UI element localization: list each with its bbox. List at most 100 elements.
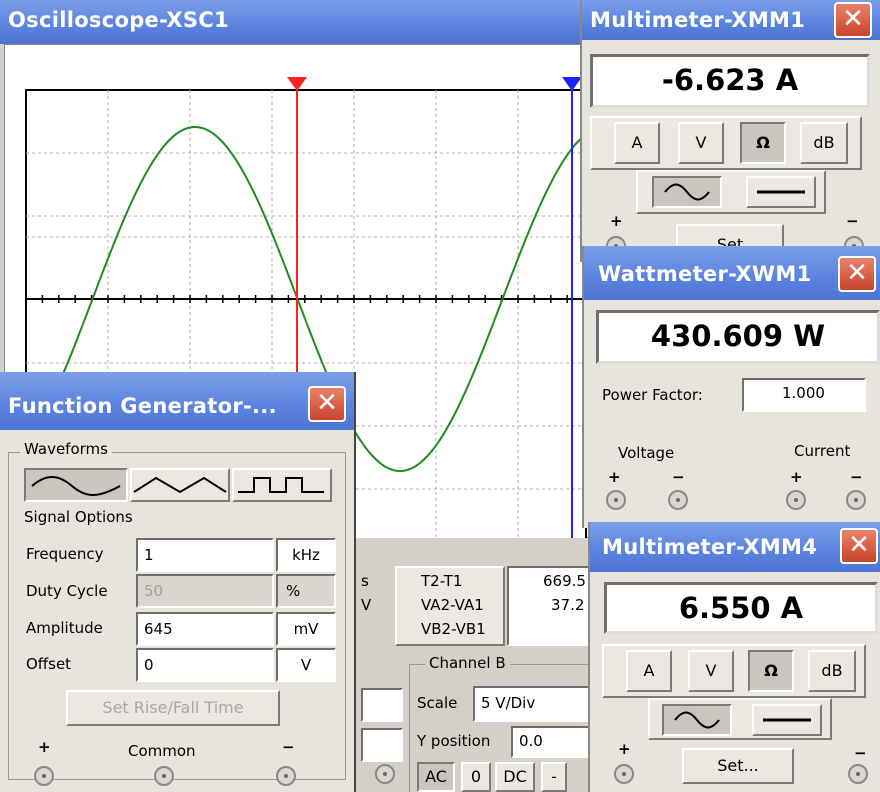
cursor-1-marker[interactable] (287, 77, 307, 91)
wattmeter-title: Wattmeter-XWM1 (598, 262, 812, 286)
triangle-wave-icon (133, 476, 227, 494)
power-factor-value: 1.000 (782, 384, 825, 402)
fg-plus-terminal[interactable] (34, 766, 54, 786)
dc-line-icon (763, 718, 811, 722)
offset-input[interactable]: 0 (136, 648, 274, 682)
y-position-input[interactable]: 0.0 (511, 726, 590, 758)
t2t1-values-box: 669.5 37.2 (507, 566, 590, 646)
voltage-minus-terminal[interactable] (668, 490, 688, 510)
offset-label: Offset (26, 655, 72, 673)
wattmeter-close-button[interactable]: ✕ (838, 256, 876, 292)
duty-cycle-input: 50 (136, 574, 274, 608)
multimeter-xmm4-voltmeter-button[interactable]: V (688, 650, 734, 692)
multimeter-xmm4-close-button[interactable]: ✕ (840, 528, 878, 564)
duty-cycle-unit: % (276, 574, 336, 608)
multimeter-xmm4-title: Multimeter-XMM4 (602, 535, 818, 559)
multimeter-xmm4-db-button[interactable]: dB (808, 650, 856, 692)
fg-minus-label: − (282, 738, 295, 756)
fg-common-label: Common (128, 742, 196, 760)
multimeter-xmm1-close-button[interactable]: ✕ (834, 2, 872, 38)
coupling-zero-button[interactable]: 0 (461, 762, 491, 792)
square-wave-icon (238, 477, 324, 493)
multimeter-xmm4-minus-terminal[interactable] (848, 764, 868, 784)
coupling-ac-button[interactable]: AC (417, 762, 455, 792)
square-wave-button[interactable] (232, 468, 332, 502)
channel-a-field-1[interactable] (361, 688, 403, 722)
current-plus-label: + (790, 468, 803, 486)
multimeter-xmm1-ohmmeter-button[interactable]: Ω (740, 122, 786, 164)
cursor-2-marker[interactable] (562, 77, 582, 91)
multimeter-xmm4-plus-label: + (618, 740, 631, 758)
multimeter-xmm4-ac-button[interactable] (662, 704, 732, 736)
power-factor-label: Power Factor: (602, 386, 703, 404)
set-rise-fall-time-button: Set Rise/Fall Time (66, 690, 280, 726)
multimeter-xmm4-minus-label: − (854, 744, 867, 762)
sine-wave-button[interactable] (24, 468, 128, 502)
multimeter-xmm1-display: -6.623 A (590, 54, 870, 108)
current-minus-label: − (850, 468, 863, 486)
coupling-dc-button[interactable]: DC (495, 762, 535, 792)
multimeter-xmm1-minus-label: − (846, 212, 859, 230)
offset-unit-select[interactable]: V (276, 648, 336, 682)
channel-b-title: Channel B (425, 654, 510, 672)
frequency-input[interactable]: 1 (136, 538, 274, 572)
ac-wave-icon (664, 183, 710, 201)
readout-partial-v: V (361, 596, 372, 614)
ac-wave-icon (674, 711, 720, 729)
waveforms-label: Waveforms (20, 440, 112, 458)
multimeter-xmm4-window: Multimeter-XMM4 ✕ 6.550 A A V Ω dB + − S… (588, 522, 880, 792)
va2va1-label: VA2-VA1 (421, 596, 484, 614)
channel-a-terminal[interactable] (375, 764, 395, 784)
current-plus-terminal[interactable] (786, 490, 806, 510)
voltage-plus-label: + (608, 468, 621, 486)
multimeter-xmm1-ammeter-button[interactable]: A (614, 122, 660, 164)
sine-wave-icon (31, 476, 121, 496)
multimeter-xmm1-dc-button[interactable] (746, 176, 816, 208)
oscilloscope-titlebar[interactable]: Oscilloscope-XSC1 (0, 0, 590, 44)
function-generator-close-button[interactable]: ✕ (308, 386, 346, 422)
multimeter-xmm4-set-button[interactable]: Set... (682, 748, 794, 784)
t2t1-label: T2-T1 (421, 572, 463, 590)
multimeter-xmm1-ac-button[interactable] (652, 176, 722, 208)
frequency-label: Frequency (26, 545, 104, 563)
multimeter-xmm1-voltmeter-button[interactable]: V (678, 122, 724, 164)
multimeter-xmm4-titlebar[interactable]: Multimeter-XMM4 (590, 522, 880, 572)
duty-cycle-label: Duty Cycle (26, 582, 108, 600)
multimeter-xmm1-db-button[interactable]: dB (800, 122, 848, 164)
power-factor-display: 1.000 (742, 378, 866, 412)
dc-line-icon (757, 190, 805, 194)
voltage-minus-label: − (672, 468, 685, 486)
current-minus-terminal[interactable] (846, 490, 866, 510)
scope-readout-panel: s V T2-T1 VA2-VA1 VB2-VB1 669.5 37.2 Cha… (355, 538, 590, 792)
signal-options-label: Signal Options (20, 508, 137, 526)
scale-value: 5 V/Div (481, 694, 536, 712)
oscilloscope-title: Oscilloscope-XSC1 (8, 8, 229, 32)
multimeter-xmm4-plus-terminal[interactable] (614, 764, 634, 784)
wattmeter-titlebar[interactable]: Wattmeter-XWM1 (584, 246, 880, 300)
channel-a-field-2[interactable] (361, 728, 403, 762)
amplitude-unit-select[interactable]: mV (276, 612, 336, 646)
y-position-label: Y position (417, 732, 491, 750)
multimeter-xmm4-ohmmeter-button[interactable]: Ω (748, 650, 794, 692)
triangle-wave-button[interactable] (130, 468, 230, 502)
function-generator-titlebar[interactable]: Function Generator-... (0, 372, 354, 430)
scale-input[interactable]: 5 V/Div (473, 686, 590, 722)
multimeter-xmm4-dc-button[interactable] (752, 704, 822, 736)
va2va1-value: 37.2 (551, 596, 585, 614)
readout-partial-s: s (361, 572, 369, 590)
wattmeter-window: Wattmeter-XWM1 ✕ 430.609 W Power Factor:… (582, 246, 880, 528)
multimeter-xmm1-plus-label: + (610, 212, 623, 230)
voltage-label: Voltage (618, 444, 675, 462)
amplitude-input[interactable]: 645 (136, 612, 274, 646)
voltage-plus-terminal[interactable] (606, 490, 626, 510)
multimeter-xmm4-ammeter-button[interactable]: A (626, 650, 672, 692)
coupling-minus-button[interactable]: - (541, 762, 567, 792)
function-generator-window: Function Generator-... ✕ Waveforms Signa… (0, 372, 356, 792)
fg-minus-terminal[interactable] (276, 766, 296, 786)
frequency-unit-select[interactable]: kHz (276, 538, 336, 572)
t2t1-label-box: T2-T1 VA2-VA1 VB2-VB1 (395, 566, 505, 646)
fg-common-terminal[interactable] (154, 766, 174, 786)
multimeter-xmm1-window: Multimeter-XMM1 ✕ -6.623 A A V Ω dB + − … (580, 0, 880, 262)
current-label: Current (794, 442, 851, 460)
wattmeter-display: 430.609 W (596, 310, 880, 364)
